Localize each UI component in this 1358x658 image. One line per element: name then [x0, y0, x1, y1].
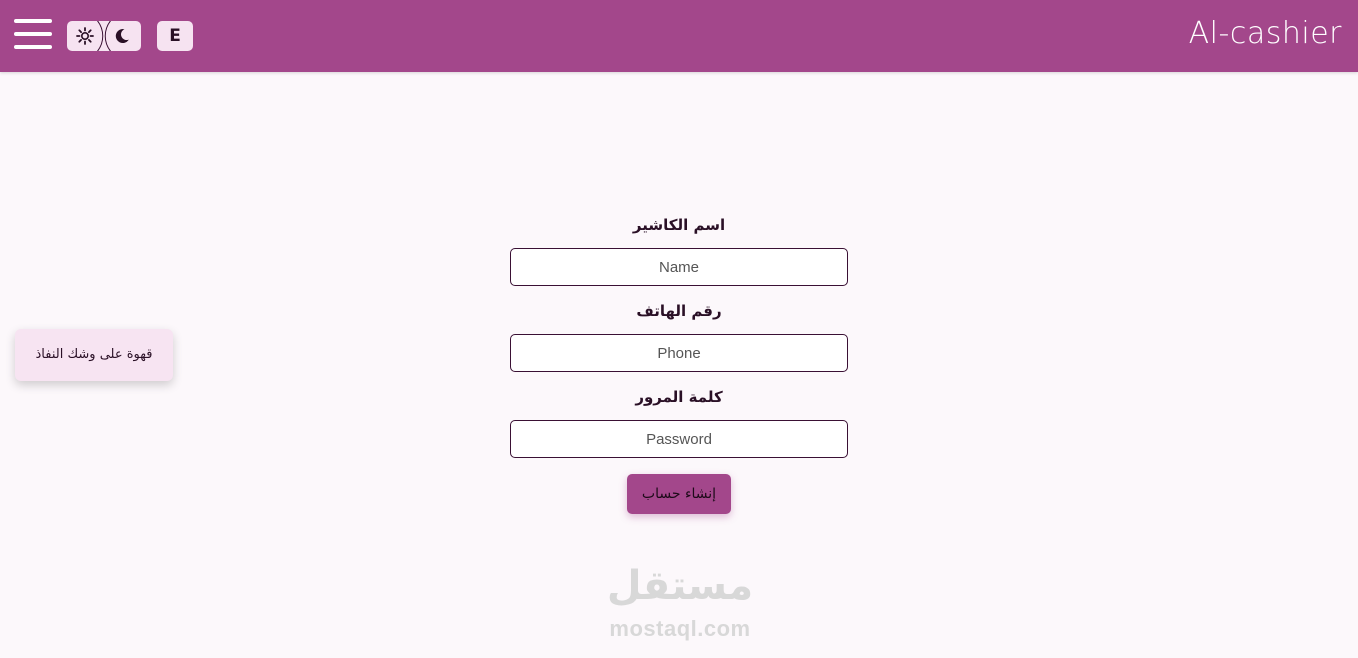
- phone-field-group: رقم الهاتف: [510, 300, 848, 386]
- watermark-arabic: مستقل: [606, 563, 754, 609]
- phone-input[interactable]: [510, 334, 848, 372]
- moon-icon[interactable]: [113, 27, 131, 45]
- create-account-button[interactable]: إنشاء حساب: [627, 474, 731, 514]
- password-field-group: كلمة المرور: [510, 386, 848, 472]
- name-field-group: اسم الكاشير: [510, 214, 848, 300]
- name-input[interactable]: [510, 248, 848, 286]
- signup-form: اسم الكاشير رقم الهاتف كلمة المرور: [510, 214, 848, 472]
- top-navbar: E Al-cashier: [0, 0, 1358, 72]
- toggle-divider: [96, 21, 112, 51]
- hamburger-menu-icon[interactable]: [14, 17, 52, 53]
- password-label: كلمة المرور: [635, 388, 723, 406]
- gear-sun-icon[interactable]: [76, 27, 94, 45]
- phone-label: رقم الهاتف: [636, 302, 722, 320]
- password-input[interactable]: [510, 420, 848, 458]
- mostaql-watermark: مستقل mostaql.com: [590, 560, 770, 650]
- language-switch-button[interactable]: E: [157, 21, 193, 51]
- theme-toggle[interactable]: [67, 21, 141, 51]
- name-label: اسم الكاشير: [632, 216, 726, 234]
- watermark-latin: mostaql.com: [609, 616, 751, 641]
- low-stock-notification: قهوة على وشك النفاذ: [15, 329, 173, 381]
- brand-logo[interactable]: Al-cashier: [1189, 14, 1342, 54]
